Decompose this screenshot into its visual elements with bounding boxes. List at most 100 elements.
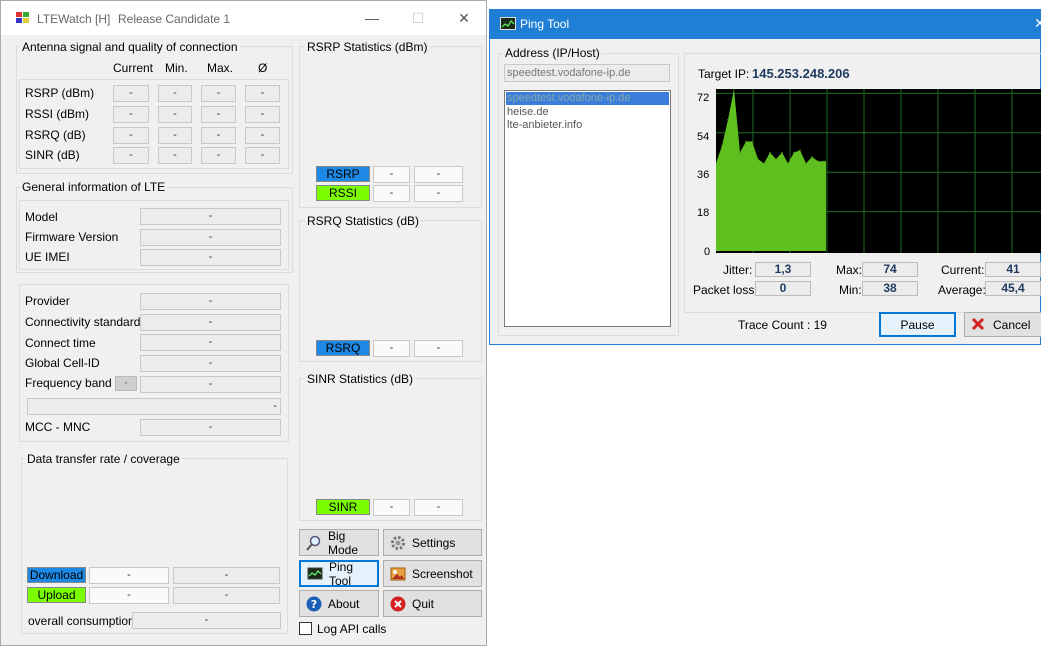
- rsrq-current: -: [113, 127, 149, 144]
- sinr-min: -: [158, 147, 192, 164]
- upload-tag: Upload: [27, 587, 86, 603]
- trace-count: Trace Count : 19: [738, 318, 827, 332]
- host-item-selected[interactable]: speedtest.vodafone-ip.de: [506, 92, 669, 105]
- row-label-rsrp: RSRP (dBm): [25, 86, 95, 100]
- close-button[interactable]: ✕: [441, 1, 487, 35]
- row-label-rsrq: RSRQ (dB): [25, 128, 86, 142]
- rsrp-stats-title: RSRP Statistics (dBm): [305, 40, 430, 54]
- settings-label: Settings: [412, 535, 456, 550]
- cell-id-value: -: [140, 355, 281, 372]
- ping-close-icon[interactable]: ✕: [1034, 15, 1041, 32]
- log-api-checkbox[interactable]: [299, 622, 312, 635]
- rsrp-tag: RSRP: [316, 166, 370, 182]
- connectivity-value: -: [140, 314, 281, 331]
- current-value: 41: [985, 262, 1041, 277]
- ping-tool-window: Ping Tool ✕ Address (IP/Host) speedtest.…: [489, 9, 1041, 345]
- rsrp-min: -: [158, 85, 192, 102]
- log-api-label: Log API calls: [317, 622, 387, 636]
- minimize-button[interactable]: —: [349, 1, 395, 35]
- screenshot-label: Screenshot: [412, 566, 473, 581]
- average-label: Average:: [938, 283, 986, 297]
- address-input[interactable]: speedtest.vodafone-ip.de: [504, 64, 670, 82]
- gear-icon: [390, 535, 406, 551]
- sinr-max: -: [201, 147, 236, 164]
- provider-value: -: [140, 293, 281, 310]
- col-current: Current: [113, 61, 154, 75]
- ping-data-point: [751, 140, 753, 143]
- mcc-label: MCC - MNC: [25, 420, 91, 434]
- download-rate: -: [89, 567, 169, 584]
- ping-tool-label: Ping Tool: [329, 559, 354, 588]
- big-mode-button[interactable]: Big Mode: [299, 528, 379, 557]
- rsrp-stat-2: -: [414, 166, 463, 183]
- rsrp-stat-1: -: [373, 166, 410, 183]
- maximize-button[interactable]: ☐: [395, 1, 441, 35]
- y-tick-label: 72: [697, 92, 710, 104]
- ping-data-point: [811, 156, 813, 158]
- quit-button[interactable]: Quit: [383, 590, 482, 617]
- ping-data-point: [823, 160, 825, 163]
- target-ip-label: Target IP:: [698, 67, 750, 81]
- antenna-group-title: Antenna signal and quality of connection: [20, 40, 240, 54]
- mcc-value: -: [140, 419, 281, 436]
- window-subtitle: Release Candidate 1: [118, 12, 231, 26]
- quit-label: Quit: [412, 596, 435, 611]
- overall-consumption-value: -: [132, 612, 281, 629]
- packet-loss-label: Packet loss:: [693, 283, 758, 297]
- host-item[interactable]: lte-anbieter.info: [506, 119, 669, 132]
- ping-data-point: [739, 151, 741, 154]
- ping-tool-button[interactable]: Ping Tool: [299, 559, 379, 588]
- rsrq-max: -: [201, 127, 236, 144]
- frequency-label: Frequency band: [25, 376, 112, 390]
- host-list[interactable]: speedtest.vodafone-ip.de heise.de lte-an…: [504, 90, 671, 327]
- frequency-info-button[interactable]: •: [115, 376, 137, 391]
- min-value: 38: [862, 281, 918, 296]
- packet-loss-value: 0: [755, 281, 811, 296]
- about-button[interactable]: ? About: [299, 590, 379, 617]
- title-bar: LTEWatch [H] Release Candidate 1 — ☐ ✕: [1, 1, 486, 35]
- big-mode-label: Big Mode: [328, 528, 359, 557]
- average-value: 45,4: [985, 281, 1041, 296]
- rssi-tag: RSSI: [316, 185, 370, 201]
- sinr-tag: SINR: [316, 499, 370, 515]
- picture-icon: [390, 566, 406, 582]
- ping-data-point: [781, 151, 783, 154]
- target-ip-value: 145.253.248.206: [752, 66, 850, 81]
- ping-data-point: [775, 158, 777, 160]
- max-label: Max:: [836, 263, 863, 277]
- rssi-stat-1: -: [373, 185, 410, 202]
- monitor-chart-icon: [307, 566, 323, 582]
- svg-text:?: ?: [311, 598, 317, 611]
- pause-button[interactable]: Pause: [879, 312, 956, 337]
- host-item[interactable]: heise.de: [506, 106, 669, 119]
- rsrq-min: -: [158, 127, 192, 144]
- connect-time-value: -: [140, 334, 281, 351]
- rsrp-stats-group: [299, 46, 482, 208]
- ping-data-point: [721, 145, 723, 147]
- window-title: LTEWatch [H]: [37, 12, 111, 26]
- transfer-group-title: Data transfer rate / coverage: [25, 452, 182, 466]
- general-group-title: General information of LTE: [20, 180, 168, 194]
- y-tick-label: 36: [697, 169, 710, 181]
- cancel-button[interactable]: Cancel: [964, 312, 1041, 337]
- ping-data-point: [799, 149, 801, 152]
- help-icon: ?: [306, 596, 322, 612]
- ping-data-point: [763, 162, 765, 165]
- screenshot-button[interactable]: Screenshot: [383, 560, 482, 587]
- connect-time-label: Connect time: [25, 336, 96, 350]
- rsrp-avg: -: [245, 85, 280, 102]
- rsrq-stat-1: -: [373, 340, 410, 357]
- rsrp-max: -: [201, 85, 236, 102]
- rssi-stat-2: -: [414, 185, 463, 202]
- download-coverage: -: [173, 567, 280, 584]
- imei-label: UE IMEI: [25, 250, 70, 264]
- y-tick-label: 54: [697, 131, 710, 143]
- rssi-avg: -: [245, 106, 280, 123]
- ping-data-point: [745, 140, 747, 143]
- sinr-stat-1: -: [373, 499, 410, 516]
- ping-data-point: [805, 162, 807, 165]
- address-label: Address (IP/Host): [503, 46, 602, 60]
- connectivity-label: Connectivity standard: [25, 315, 141, 329]
- sinr-stats-title: SINR Statistics (dB): [305, 372, 416, 386]
- settings-button[interactable]: Settings: [383, 529, 482, 556]
